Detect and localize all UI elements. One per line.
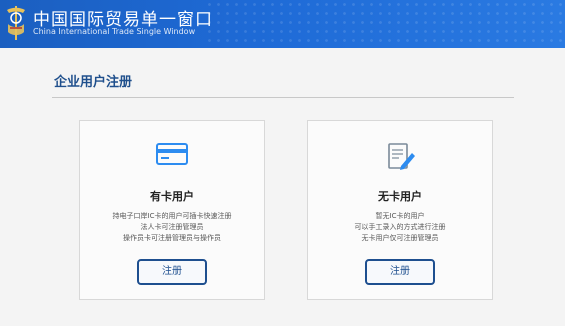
description-line: 法人卡可注册管理员 <box>140 223 204 231</box>
top-banner: 中国国际贸易单一窗口 China International Trade Sin… <box>0 0 565 48</box>
title-divider <box>52 97 514 98</box>
description-line: 无卡用户仅可注册管理员 <box>361 234 439 242</box>
card-title: 有卡用户 <box>150 190 194 203</box>
card-description: 暂无IC卡的用户 可以手工录入的方式进行注册 无卡用户仅可注册管理员 <box>308 211 492 244</box>
page-title: 企业用户注册 <box>54 75 133 90</box>
register-with-card-button[interactable]: 注册 <box>137 259 207 285</box>
description-line: 可以手工录入的方式进行注册 <box>354 223 446 231</box>
register-without-card-button[interactable]: 注册 <box>365 259 435 285</box>
edit-document-icon <box>388 143 415 170</box>
main-content: 企业用户注册 有卡用户 持电子口岸IC卡的用户可插卡快速注册 法人卡可注册管理员… <box>0 48 565 326</box>
card-icon <box>156 143 188 165</box>
card-no-ic-user: 无卡用户 暂无IC卡的用户 可以手工录入的方式进行注册 无卡用户仅可注册管理员 … <box>307 120 493 300</box>
site-subtitle: China International Trade Single Window <box>33 27 196 36</box>
card-with-ic-user: 有卡用户 持电子口岸IC卡的用户可插卡快速注册 法人卡可注册管理员 操作员卡可注… <box>79 120 265 300</box>
description-line: 暂无IC卡的用户 <box>375 212 425 220</box>
card-title: 无卡用户 <box>378 190 422 203</box>
banner-pattern <box>205 0 565 48</box>
description-line: 持电子口岸IC卡的用户可插卡快速注册 <box>112 212 232 220</box>
card-description: 持电子口岸IC卡的用户可插卡快速注册 法人卡可注册管理员 操作员卡可注册管理员与… <box>80 211 264 244</box>
description-line: 操作员卡可注册管理员与操作员 <box>123 234 221 242</box>
customs-emblem-icon <box>7 6 25 40</box>
